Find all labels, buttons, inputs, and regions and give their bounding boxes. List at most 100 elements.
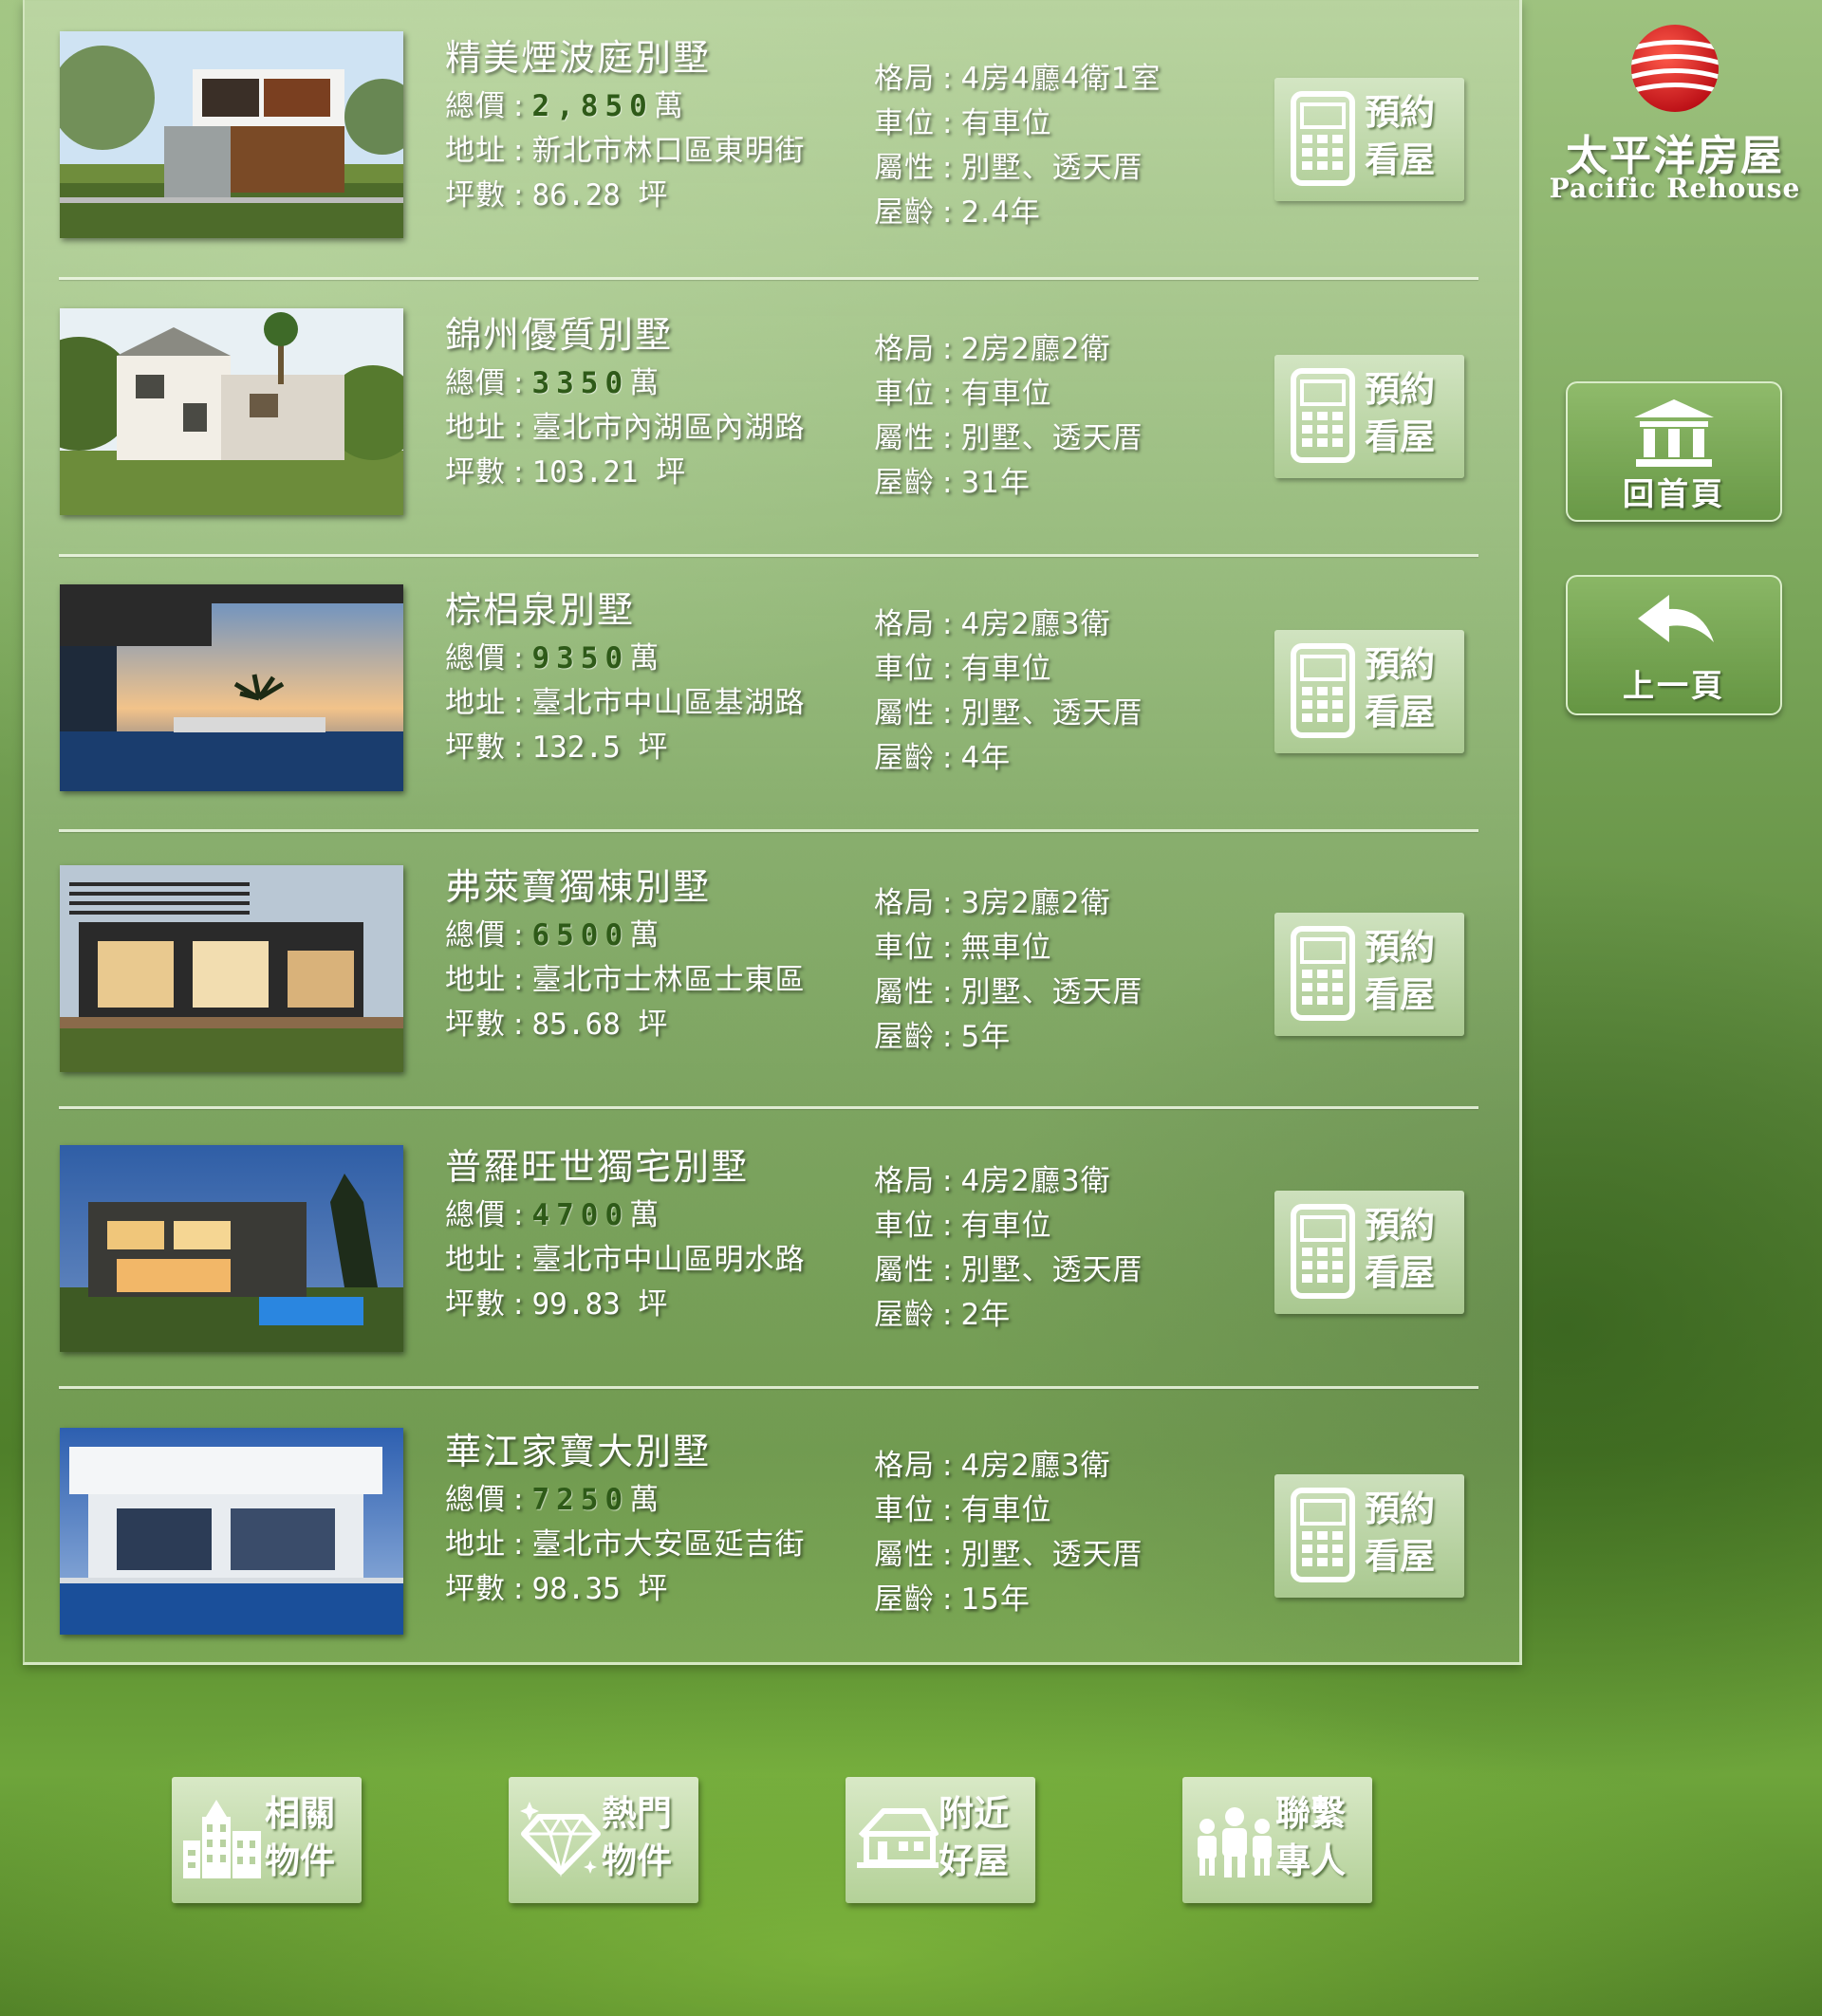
listing-item[interactable]: 錦州優質別墅 總價:3350萬 地址: 臺北市內湖區內湖路 坪數:103.21 坪… xyxy=(25,277,1524,557)
phone-icon xyxy=(1291,91,1355,186)
property-photo[interactable] xyxy=(60,584,403,791)
price-label: 總價 xyxy=(445,1483,506,1517)
listing-details: 弗萊寶獨棟別墅 總價:6500萬 地址: 臺北市士林區士東區 坪數:85.68 坪 xyxy=(445,860,805,1047)
phone-icon xyxy=(1291,1204,1355,1299)
price-unit: 萬 xyxy=(653,89,684,123)
parking-value: 有車位 xyxy=(960,652,1052,686)
book-viewing-button[interactable]: 預約看屋 xyxy=(1274,913,1464,1036)
listing-item[interactable]: 棕梠泉別墅 總價:9350萬 地址: 臺北市中山區基湖路 坪數:132.5 坪 格… xyxy=(25,552,1524,832)
listing-title: 弗萊寶獨棟別墅 xyxy=(445,866,712,908)
contact-agent-label: 聯繫專人 xyxy=(1275,1793,1346,1881)
house-icon xyxy=(857,1808,939,1868)
phone-icon xyxy=(1291,926,1355,1021)
type-row: 屬性: 別墅、透天厝 xyxy=(874,975,1143,1009)
age-label: 屋齡 xyxy=(874,1298,935,1332)
phone-icon xyxy=(1291,368,1355,463)
price-label: 總價 xyxy=(445,89,506,123)
price-unit: 萬 xyxy=(629,366,660,400)
age-label: 屋齡 xyxy=(874,466,935,500)
age-row: 屋齡:2年 xyxy=(874,1298,1012,1332)
parking-label: 車位 xyxy=(874,1209,935,1243)
type-value: 別墅、透天厝 xyxy=(960,975,1143,1009)
layout-label: 格局 xyxy=(874,332,935,366)
parking-value: 有車位 xyxy=(960,106,1052,140)
price-value: 4700 xyxy=(531,1198,630,1232)
type-row: 屬性: 別墅、透天厝 xyxy=(874,421,1143,455)
property-photo[interactable] xyxy=(60,31,403,238)
type-row: 屬性: 別墅、透天厝 xyxy=(874,1538,1143,1572)
type-value: 別墅、透天厝 xyxy=(960,1538,1143,1572)
property-photo[interactable] xyxy=(60,1145,403,1352)
age-label: 屋齡 xyxy=(874,195,935,230)
book-viewing-button[interactable]: 預約看屋 xyxy=(1274,355,1464,478)
nearby-homes-button[interactable]: 附近好屋 xyxy=(846,1777,1035,1903)
popular-listings-label: 熱門物件 xyxy=(602,1793,672,1881)
price-value: 7250 xyxy=(531,1483,630,1517)
layout-value: 4房2廳3衛 xyxy=(960,1449,1111,1483)
parking-value: 有車位 xyxy=(960,1493,1052,1527)
listing-item[interactable]: 精美煙波庭別墅 總價:2,850萬 地址: 新北市林口區東明街 坪數:86.28 … xyxy=(25,0,1524,280)
age-value: 31年 xyxy=(960,466,1031,500)
layout-value: 4房4廳4衛1室 xyxy=(960,62,1162,96)
area-value: 98.35 坪 xyxy=(531,1572,668,1606)
parking-row: 車位: 有車位 xyxy=(874,1209,1052,1243)
area-value: 99.83 坪 xyxy=(531,1287,668,1322)
type-label: 屬性 xyxy=(874,1538,935,1572)
listing-specs: 格局:3房2廳2衛 車位: 無車位 屬性: 別墅、透天厝 屋齡:5年 xyxy=(874,881,1143,1060)
price-row: 總價:3350萬 xyxy=(445,366,660,400)
address-value: 新北市林口區東明街 xyxy=(531,134,806,168)
type-value: 別墅、透天厝 xyxy=(960,421,1143,455)
address-label: 地址 xyxy=(445,963,506,997)
book-viewing-button[interactable]: 預約看屋 xyxy=(1274,1191,1464,1314)
listing-details: 普羅旺世獨宅別墅 總價:4700萬 地址: 臺北市中山區明水路 坪數:99.83 … xyxy=(445,1140,805,1327)
popular-listings-button[interactable]: 熱門物件 xyxy=(509,1777,698,1903)
price-unit: 萬 xyxy=(629,641,660,675)
book-viewing-label: 預約看屋 xyxy=(1365,927,1435,1015)
home-button[interactable]: 回首頁 xyxy=(1566,381,1782,522)
area-label: 坪數 xyxy=(445,1008,506,1042)
property-photo[interactable] xyxy=(60,865,403,1072)
listing-specs: 格局:2房2廳2衛 車位: 有車位 屬性: 別墅、透天厝 屋齡:31年 xyxy=(874,327,1143,506)
type-row: 屬性: 別墅、透天厝 xyxy=(874,1253,1143,1287)
listing-item[interactable]: 華江家寶大別墅 總價:7250萬 地址: 臺北市大安區延吉街 坪數:98.35 坪… xyxy=(25,1389,1524,1664)
book-viewing-label: 預約看屋 xyxy=(1365,369,1435,457)
property-photo[interactable] xyxy=(60,1428,403,1635)
type-label: 屬性 xyxy=(874,696,935,731)
price-value: 9350 xyxy=(531,641,630,675)
price-label: 總價 xyxy=(445,918,506,953)
contact-agent-button[interactable]: 聯繫專人 xyxy=(1182,1777,1372,1903)
listing-item[interactable]: 普羅旺世獨宅別墅 總價:4700萬 地址: 臺北市中山區明水路 坪數:99.83 … xyxy=(25,1109,1524,1389)
back-label: 上一頁 xyxy=(1623,667,1725,704)
price-value: 2,850 xyxy=(531,89,654,123)
layout-label: 格局 xyxy=(874,1164,935,1198)
type-value: 別墅、透天厝 xyxy=(960,696,1143,731)
area-label: 坪數 xyxy=(445,1572,506,1606)
area-label: 坪數 xyxy=(445,1287,506,1322)
address-label: 地址 xyxy=(445,1527,506,1562)
home-label: 回首頁 xyxy=(1623,475,1725,512)
age-label: 屋齡 xyxy=(874,741,935,775)
address-value: 臺北市大安區延吉街 xyxy=(531,1527,806,1562)
phone-icon xyxy=(1291,1488,1355,1582)
type-value: 別墅、透天厝 xyxy=(960,151,1143,185)
address-label: 地址 xyxy=(445,411,506,445)
property-photo[interactable] xyxy=(60,308,403,515)
layout-label: 格局 xyxy=(874,1449,935,1483)
listing-title: 精美煙波庭別墅 xyxy=(445,37,712,79)
related-listings-button[interactable]: 相關物件 xyxy=(172,1777,362,1903)
type-label: 屬性 xyxy=(874,1253,935,1287)
bank-icon xyxy=(1634,399,1714,467)
area-row: 坪數:86.28 坪 xyxy=(445,178,668,213)
back-button[interactable]: 上一頁 xyxy=(1566,575,1782,715)
book-viewing-button[interactable]: 預約看屋 xyxy=(1274,1474,1464,1598)
book-viewing-button[interactable]: 預約看屋 xyxy=(1274,78,1464,201)
area-value: 85.68 坪 xyxy=(531,1008,668,1042)
area-row: 坪數:99.83 坪 xyxy=(445,1287,668,1322)
listing-specs: 格局:4房2廳3衛 車位: 有車位 屬性: 別墅、透天厝 屋齡:2年 xyxy=(874,1159,1143,1338)
parking-label: 車位 xyxy=(874,652,935,686)
area-label: 坪數 xyxy=(445,455,506,490)
brand-logo[interactable]: 太平洋房屋 Pacific Rehouse xyxy=(1547,21,1803,204)
listing-item[interactable]: 弗萊寶獨棟別墅 總價:6500萬 地址: 臺北市士林區士東區 坪數:85.68 坪… xyxy=(25,829,1524,1109)
book-viewing-button[interactable]: 預約看屋 xyxy=(1274,630,1464,753)
layout-value: 4房2廳3衛 xyxy=(960,1164,1111,1198)
